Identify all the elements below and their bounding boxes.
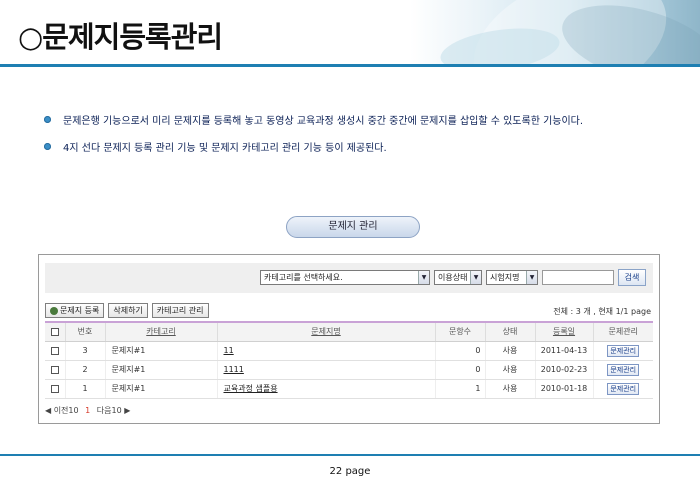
question-sheet-panel: 카테고리를 선택하세요. ▼ 이용상태 ▼ 시험지명 ▼ 검색 문제지 등록 삭… bbox=[38, 254, 660, 424]
table-row: 3 문제지#1 11 0 사용 2011-04-13 문제관리 bbox=[45, 341, 653, 361]
description-text: 문제은행 기능으로서 미리 문제지를 등록해 놓고 동영상 교육과정 생성시 중… bbox=[63, 116, 584, 127]
question-manage-button[interactable]: 문제관리 bbox=[607, 382, 640, 395]
page-title: ○문제지등록관리 bbox=[18, 20, 223, 54]
pagination: ◀ 이전10 1 다음10 ▶ bbox=[45, 405, 130, 416]
column-header-date[interactable]: 등록일 bbox=[535, 321, 594, 342]
row-checkbox[interactable] bbox=[50, 384, 59, 393]
row-category: 문제지#1 bbox=[105, 379, 218, 399]
chevron-down-icon: ▼ bbox=[418, 271, 429, 284]
row-status: 사용 bbox=[485, 360, 536, 380]
row-count: 0 bbox=[435, 341, 486, 361]
question-manage-button[interactable]: 문제관리 bbox=[607, 363, 640, 376]
column-header-count: 문항수 bbox=[435, 321, 486, 342]
count-status: 전체 : 3 개 , 현재 1/1 page bbox=[553, 307, 651, 316]
register-button[interactable]: 문제지 등록 bbox=[45, 303, 105, 318]
row-date: 2011-04-13 bbox=[535, 341, 594, 361]
row-category: 문제지#1 bbox=[105, 360, 218, 380]
row-no: 3 bbox=[65, 341, 106, 361]
row-name-link[interactable]: 11 bbox=[217, 341, 436, 361]
category-manage-button[interactable]: 카테고리 관리 bbox=[151, 303, 209, 318]
status-select-value: 이용상태 bbox=[438, 273, 468, 282]
description-item: 문제은행 기능으로서 미리 문제지를 등록해 놓고 동영상 교육과정 생성시 중… bbox=[44, 106, 684, 133]
header-decorative-image bbox=[410, 0, 700, 64]
column-header-status: 상태 bbox=[485, 321, 536, 342]
bullet-icon bbox=[44, 143, 51, 150]
register-button-label: 문제지 등록 bbox=[60, 306, 100, 315]
description-item: 4지 선다 문제지 등록 관리 기능 및 문제지 카테고리 관리 기능 등이 제… bbox=[44, 133, 684, 160]
category-select-value: 카테고리를 선택하세요. bbox=[264, 273, 343, 282]
header-divider bbox=[0, 64, 700, 67]
row-name-link[interactable]: 교육과정 샘플용 bbox=[217, 379, 436, 399]
next-page-link[interactable]: 다음10 ▶ bbox=[97, 406, 131, 415]
status-select[interactable]: 이용상태 ▼ bbox=[434, 270, 482, 285]
section-title: 문제지 관리 bbox=[286, 216, 420, 238]
row-date: 2010-02-23 bbox=[535, 360, 594, 380]
column-header-action: 문제관리 bbox=[593, 321, 653, 342]
row-count: 0 bbox=[435, 360, 486, 380]
column-header-category[interactable]: 카테고리 bbox=[105, 321, 218, 342]
header: ○문제지등록관리 bbox=[0, 0, 700, 68]
bullet-icon bbox=[44, 116, 51, 123]
page-number: 22 page bbox=[329, 466, 371, 477]
footer-divider bbox=[0, 454, 700, 456]
row-status: 사용 bbox=[485, 379, 536, 399]
row-no: 2 bbox=[65, 360, 106, 380]
row-no: 1 bbox=[65, 379, 106, 399]
row-count: 1 bbox=[435, 379, 486, 399]
search-button[interactable]: 검색 bbox=[618, 269, 646, 286]
question-sheet-table: 번호 카테고리 문제지명 문항수 상태 등록일 문제관리 3 문제지#1 11 … bbox=[45, 321, 653, 399]
toolbar: 문제지 등록 삭제하기 카테고리 관리 bbox=[45, 303, 209, 319]
select-all-checkbox[interactable] bbox=[50, 327, 59, 336]
column-header-no: 번호 bbox=[65, 321, 106, 342]
table-row: 1 문제지#1 교육과정 샘플용 1 사용 2010-01-18 문제관리 bbox=[45, 379, 653, 399]
add-icon bbox=[50, 306, 58, 315]
row-date: 2010-01-18 bbox=[535, 379, 594, 399]
table-row: 2 문제지#1 1111 0 사용 2010-02-23 문제관리 bbox=[45, 360, 653, 380]
description-list: 문제은행 기능으로서 미리 문제지를 등록해 놓고 동영상 교육과정 생성시 중… bbox=[44, 106, 684, 160]
question-manage-button[interactable]: 문제관리 bbox=[607, 344, 640, 357]
field-select-value: 시험지명 bbox=[490, 273, 520, 282]
prev-page-link[interactable]: ◀ 이전10 bbox=[45, 406, 79, 415]
row-checkbox[interactable] bbox=[50, 346, 59, 355]
field-select[interactable]: 시험지명 ▼ bbox=[486, 270, 538, 285]
search-input[interactable] bbox=[542, 270, 614, 285]
select-all-checkbox-cell bbox=[45, 321, 66, 342]
row-name-link[interactable]: 1111 bbox=[217, 360, 436, 380]
delete-button[interactable]: 삭제하기 bbox=[108, 303, 148, 318]
column-header-name[interactable]: 문제지명 bbox=[217, 321, 436, 342]
table-header-row: 번호 카테고리 문제지명 문항수 상태 등록일 문제관리 bbox=[45, 321, 653, 342]
row-category: 문제지#1 bbox=[105, 341, 218, 361]
description-text: 4지 선다 문제지 등록 관리 기능 및 문제지 카테고리 관리 기능 등이 제… bbox=[63, 143, 387, 154]
chevron-down-icon: ▼ bbox=[470, 271, 481, 284]
chevron-down-icon: ▼ bbox=[526, 271, 537, 284]
search-bar: 카테고리를 선택하세요. ▼ 이용상태 ▼ 시험지명 ▼ 검색 bbox=[45, 263, 653, 293]
current-page[interactable]: 1 bbox=[85, 406, 90, 415]
row-status: 사용 bbox=[485, 341, 536, 361]
row-checkbox[interactable] bbox=[50, 365, 59, 374]
category-select[interactable]: 카테고리를 선택하세요. ▼ bbox=[260, 270, 430, 285]
